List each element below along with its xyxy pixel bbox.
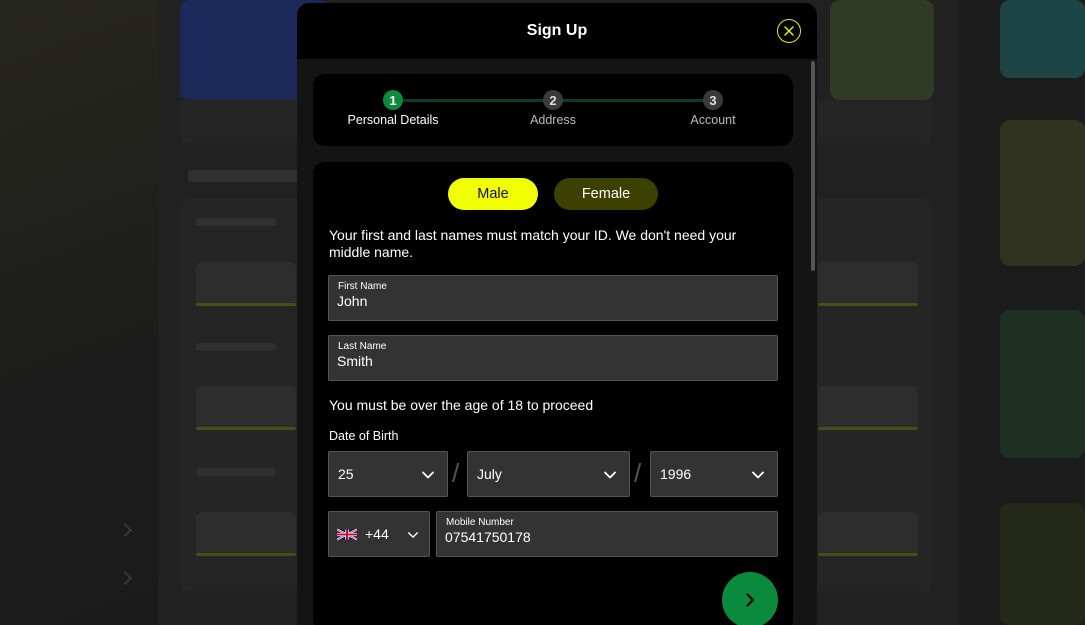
close-button[interactable] xyxy=(777,19,801,43)
age-note: You must be over the age of 18 to procee… xyxy=(329,397,594,413)
step-personal-details: 1 Personal Details xyxy=(333,90,453,127)
country-code-value: +44 xyxy=(365,526,389,542)
scrollbar[interactable] xyxy=(811,61,815,271)
last-name-value[interactable]: Smith xyxy=(337,353,373,369)
dob-year-select[interactable]: 1996 xyxy=(650,451,778,497)
dob-label: Date of Birth xyxy=(329,429,399,443)
dob-month-value: July xyxy=(477,466,502,482)
step-label: Account xyxy=(690,113,736,127)
dob-day-value: 25 xyxy=(338,466,354,482)
mobile-number-value[interactable]: 07541750178 xyxy=(445,529,531,545)
chevron-down-icon xyxy=(604,471,616,479)
step-address: 2 Address xyxy=(493,90,613,127)
step-number: 1 xyxy=(383,90,403,110)
signup-stepper: 1 Personal Details 2 Address 3 Account xyxy=(313,74,793,146)
last-name-label: Last Name xyxy=(338,341,387,352)
chevron-down-icon xyxy=(408,532,418,538)
step-label: Address xyxy=(530,113,576,127)
step-number: 2 xyxy=(543,90,563,110)
first-name-field[interactable]: First Name John xyxy=(328,275,778,321)
last-name-field[interactable]: Last Name Smith xyxy=(328,335,778,381)
first-name-value[interactable]: John xyxy=(337,293,367,309)
dob-year-value: 1996 xyxy=(660,466,692,482)
signup-modal: Sign Up 1 Personal Details 2 Address 3 A… xyxy=(297,3,817,625)
mobile-number-label: Mobile Number xyxy=(446,517,514,528)
male-button[interactable]: Male xyxy=(448,178,538,210)
chevron-down-icon xyxy=(422,471,434,479)
name-info-text: Your first and last names must match you… xyxy=(329,227,737,260)
step-label: Personal Details xyxy=(347,113,439,127)
chevron-down-icon xyxy=(752,471,764,479)
mobile-number-field[interactable]: Mobile Number 07541750178 xyxy=(436,511,778,557)
chevron-right-icon xyxy=(746,593,755,607)
dob-month-select[interactable]: July xyxy=(467,451,630,497)
female-button[interactable]: Female xyxy=(554,178,658,210)
dob-separator: / xyxy=(634,458,642,488)
first-name-label: First Name xyxy=(338,281,387,292)
next-button[interactable] xyxy=(722,572,778,625)
dob-separator: / xyxy=(452,458,460,488)
step-number: 3 xyxy=(703,90,723,110)
modal-title: Sign Up xyxy=(526,22,588,39)
uk-flag-icon xyxy=(337,528,357,540)
personal-details-form: Male Female Your first and last names mu… xyxy=(313,162,793,625)
modal-header: Sign Up xyxy=(297,3,817,59)
close-icon xyxy=(784,26,794,36)
step-account: 3 Account xyxy=(653,90,773,127)
dob-day-select[interactable]: 25 xyxy=(328,451,448,497)
country-code-select[interactable]: +44 xyxy=(328,511,430,557)
